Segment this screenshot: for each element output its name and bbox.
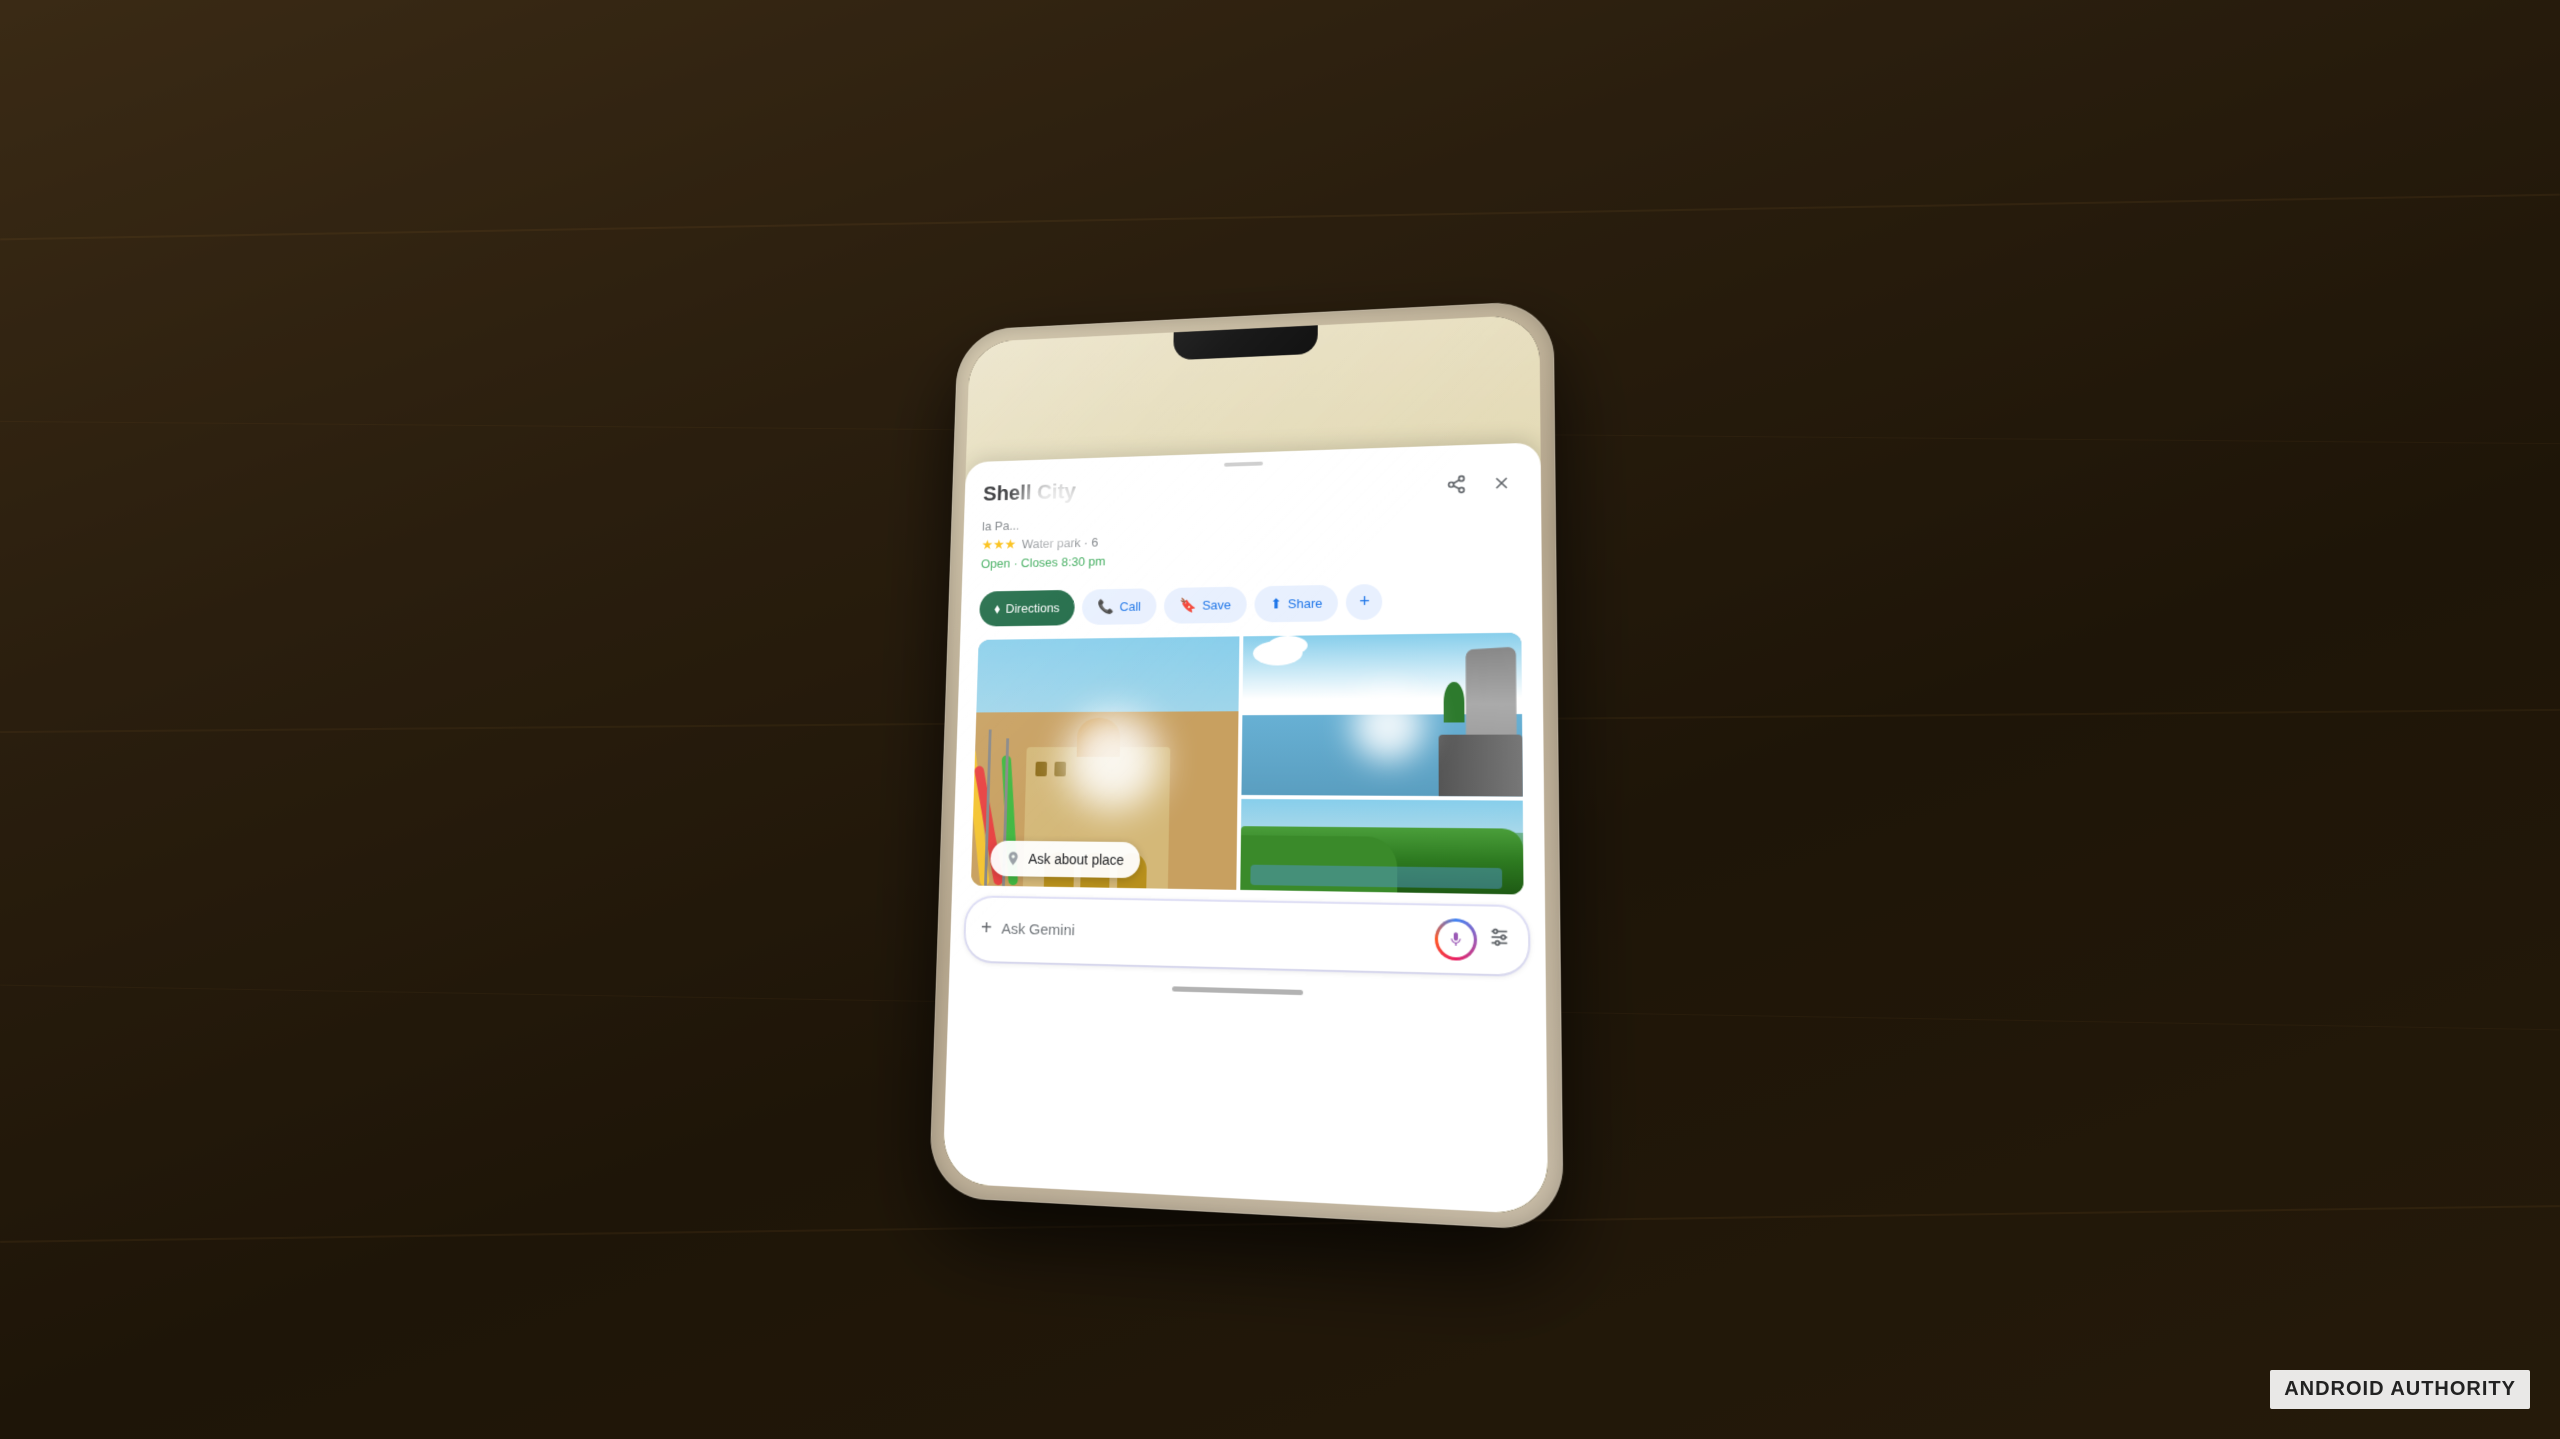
header-icons — [1438, 464, 1520, 502]
plus-icon[interactable]: + — [981, 917, 993, 940]
phone-notch — [1173, 325, 1318, 360]
photos-section[interactable]: Ask about place — [971, 632, 1524, 894]
sheet-handle — [1224, 461, 1263, 466]
share-action-icon: ⬆ — [1270, 595, 1282, 612]
phone-frame: Shell City — [929, 300, 1564, 1231]
phone-screen: Shell City — [942, 314, 1548, 1215]
bottom-sheet: Shell City — [942, 442, 1548, 1215]
microphone-icon — [1438, 921, 1474, 957]
tune-button[interactable] — [1488, 925, 1512, 954]
ask-place-label: Ask about place — [1028, 850, 1124, 867]
more-icon: + — [1359, 591, 1370, 612]
photo-slide[interactable] — [1241, 632, 1522, 796]
microphone-button[interactable] — [1435, 917, 1477, 960]
close-button[interactable] — [1483, 464, 1520, 501]
more-button[interactable]: + — [1346, 583, 1382, 619]
share-button[interactable] — [1438, 466, 1475, 502]
home-indicator — [1172, 986, 1303, 995]
photo-trees[interactable] — [1240, 798, 1523, 894]
phone-screen-border: Shell City — [942, 314, 1548, 1215]
sheet-header: Shell City — [962, 463, 1542, 591]
ask-gemini-placeholder: Ask Gemini — [1001, 920, 1424, 946]
location-pin-icon — [1005, 850, 1021, 866]
save-icon: 🔖 — [1179, 596, 1196, 613]
directions-icon: ⬧ — [994, 600, 1000, 616]
watermark: ANDROID AUTHORITY — [2270, 1370, 2530, 1409]
trees-photo — [1240, 798, 1523, 894]
directions-button[interactable]: ⬧ Directions — [979, 589, 1075, 626]
ask-place-pill[interactable]: Ask about place — [990, 840, 1140, 878]
share-action-button[interactable]: ⬆ Share — [1254, 584, 1338, 622]
call-icon: 📞 — [1097, 598, 1114, 615]
call-button[interactable]: 📞 Call — [1082, 588, 1157, 625]
phone-device: Shell City — [929, 300, 1564, 1231]
save-button[interactable]: 🔖 Save — [1164, 586, 1247, 623]
ask-gemini-bar[interactable]: + Ask Gemini — [965, 897, 1529, 975]
rating-stars: ★★★ — [981, 536, 1016, 553]
